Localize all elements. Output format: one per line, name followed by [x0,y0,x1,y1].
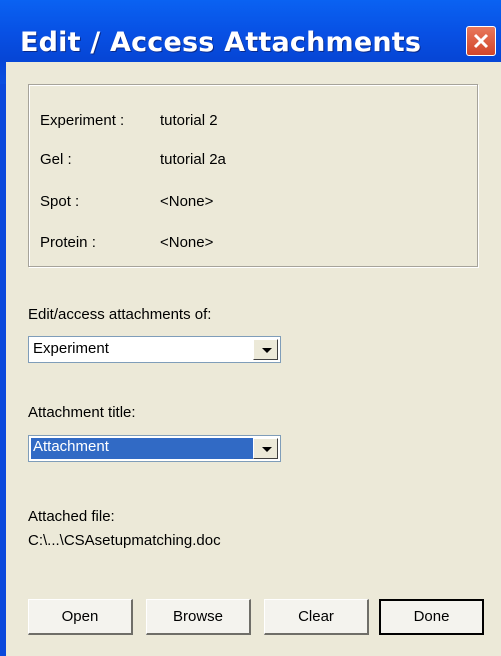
window-title: Edit / Access Attachments [20,27,422,58]
attachments-of-label: Edit/access attachments of: [28,306,212,323]
chevron-down-icon[interactable] [253,339,278,360]
attached-file-path: C:\...\CSAsetupmatching.doc [28,532,221,549]
gel-value: tutorial 2a [160,151,226,168]
attachment-title-label: Attachment title: [28,404,136,421]
spot-label: Spot : [40,193,80,210]
open-button[interactable]: Open [28,599,133,635]
info-group-box: Experiment : tutorial 2 Gel : tutorial 2… [28,84,478,267]
chevron-down-icon[interactable] [253,438,278,459]
dialog-body: Experiment : tutorial 2 Gel : tutorial 2… [6,62,501,656]
experiment-value: tutorial 2 [160,112,218,129]
clear-button[interactable]: Clear [264,599,369,635]
gel-label: Gel : [40,151,72,168]
close-icon [473,33,489,49]
close-button[interactable] [466,26,496,56]
protein-label: Protein : [40,234,96,251]
experiment-label: Experiment : [40,112,125,129]
attached-file-label: Attached file: [28,508,115,525]
protein-value: <None> [160,234,214,251]
attachment-title-value: Attachment [33,438,109,455]
spot-value: <None> [160,193,214,210]
attachment-title-select[interactable]: Attachment [28,435,281,462]
dialog-window: Edit / Access Attachments Experiment : t… [0,0,501,656]
browse-button[interactable]: Browse [146,599,251,635]
done-button[interactable]: Done [379,599,484,635]
attachments-of-value: Experiment [33,340,109,357]
attachments-of-select[interactable]: Experiment [28,336,281,363]
